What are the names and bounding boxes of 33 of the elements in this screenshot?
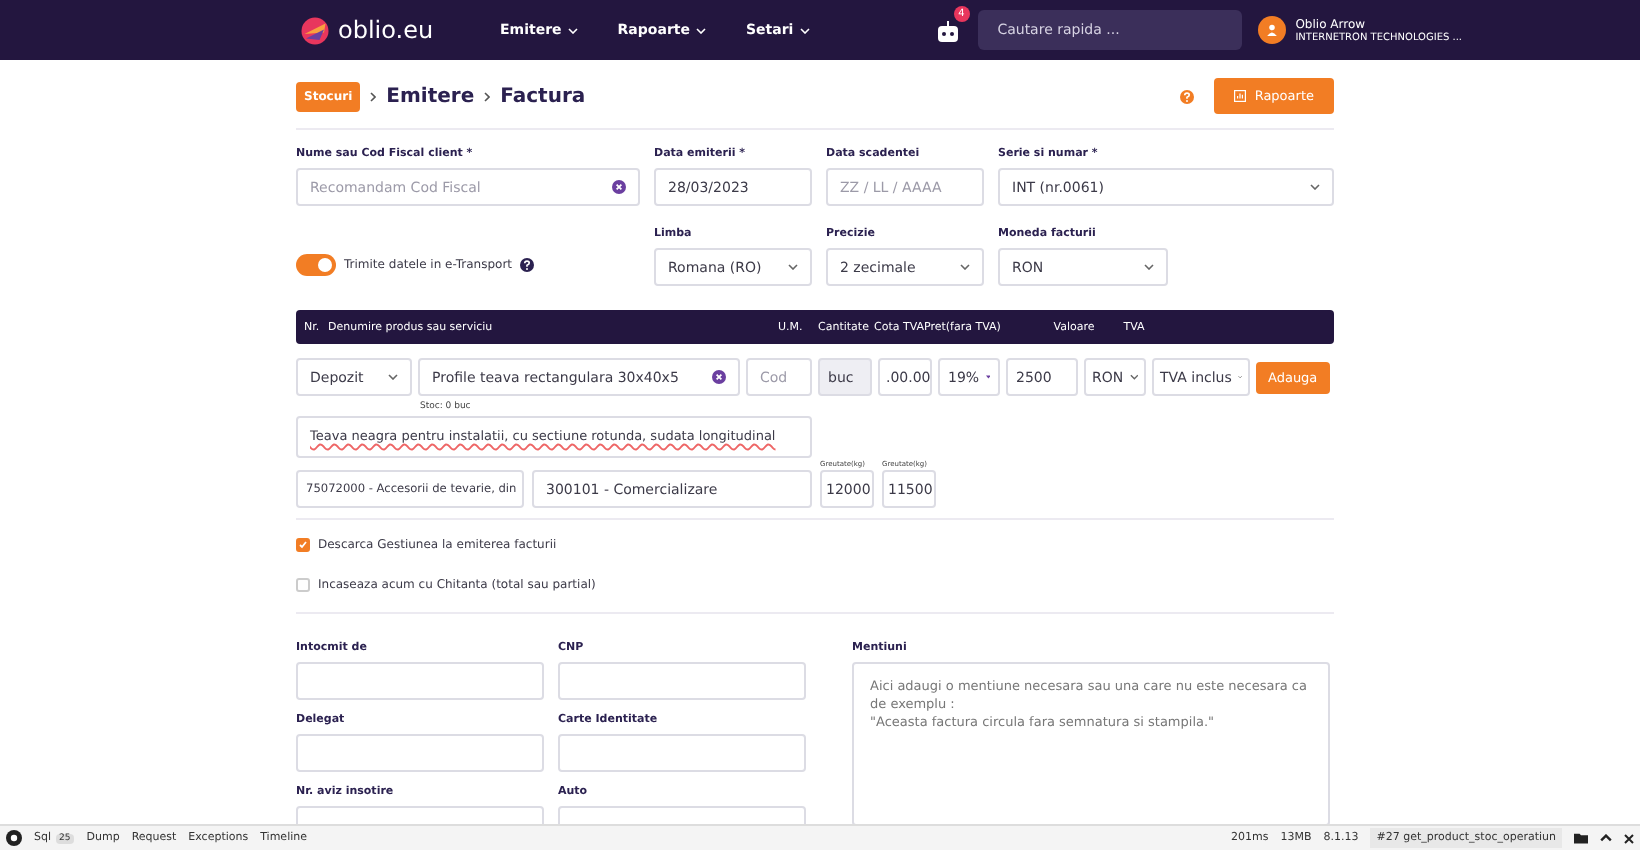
clear-icon[interactable] — [612, 180, 626, 194]
caret-up-icon[interactable] — [1600, 834, 1612, 842]
breadcrumb-item: Factura — [500, 85, 586, 107]
chevron-icon — [370, 91, 377, 101]
chevron-icon — [484, 91, 491, 101]
text-input[interactable] — [296, 734, 544, 772]
caret-icon — [1310, 184, 1320, 190]
caret-icon — [799, 27, 810, 33]
checkbox[interactable] — [296, 538, 310, 552]
logo-text: oblio.eu — [338, 16, 434, 44]
caret-icon — [1129, 374, 1138, 380]
chart-icon — [1234, 90, 1247, 102]
caret-icon — [388, 374, 398, 380]
breadcrumb-item: Emitere — [386, 85, 475, 107]
text-input[interactable] — [558, 734, 806, 772]
text-input[interactable] — [558, 662, 806, 700]
logo-icon — [300, 15, 330, 45]
checkbox[interactable] — [296, 578, 310, 592]
caret-icon — [567, 27, 578, 33]
help-icon[interactable] — [520, 258, 535, 272]
text-input[interactable] — [296, 662, 544, 700]
avatar[interactable] — [1257, 16, 1286, 44]
caret-icon — [1144, 264, 1154, 270]
caret-icon — [960, 264, 970, 270]
caret-icon — [695, 27, 706, 33]
caret-icon — [985, 374, 990, 380]
caret-icon — [788, 264, 798, 270]
toggle-switch[interactable] — [296, 254, 336, 276]
folder-icon[interactable] — [1574, 832, 1588, 844]
clear-icon[interactable] — [712, 370, 726, 384]
close-icon[interactable] — [1624, 833, 1634, 843]
user-icon — [1265, 24, 1278, 36]
robot-icon[interactable] — [933, 18, 962, 46]
